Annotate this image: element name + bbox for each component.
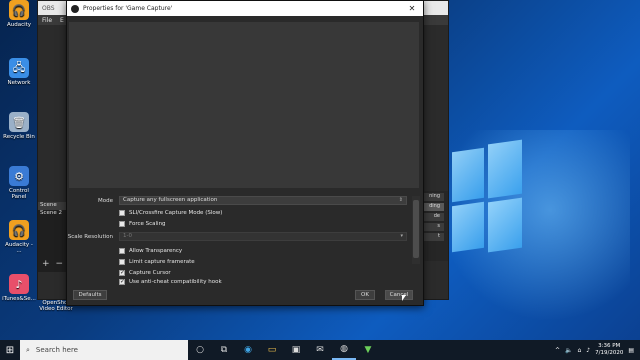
allow-transparency-checkbox[interactable] <box>119 247 125 254</box>
mail-icon[interactable]: ✉ <box>308 340 332 360</box>
properties-scrollbar[interactable] <box>412 196 420 264</box>
desktop-app-icon: 🖧 <box>9 58 29 78</box>
sli-label: SLI/Crossfire Capture Mode (Slow) <box>129 209 223 216</box>
cortana-icon[interactable]: ○ <box>188 340 212 360</box>
file-explorer-icon[interactable]: ▭ <box>260 340 284 360</box>
menu-edit[interactable]: E <box>60 17 64 24</box>
defaults-button[interactable]: Defaults <box>73 290 107 300</box>
ok-button[interactable]: OK <box>355 290 375 300</box>
limit-framerate-checkbox[interactable] <box>119 258 125 265</box>
force-scaling-checkbox[interactable] <box>119 220 125 227</box>
volume-icon[interactable]: ♪ <box>586 347 590 354</box>
clock-date: 7/19/2020 <box>595 350 624 356</box>
properties-dialog: Properties for 'Game Capture' ✕ Mode Cap… <box>66 0 424 306</box>
mouse-cursor-icon <box>402 295 406 301</box>
close-icon[interactable]: ✕ <box>401 4 423 13</box>
capture-cursor-checkbox[interactable] <box>119 269 125 276</box>
capture-preview <box>69 22 419 188</box>
chevron-down-icon: ▾ <box>400 233 403 239</box>
scene-item[interactable]: Scene <box>38 202 68 210</box>
desktop-app-icon: ♪ <box>9 274 29 294</box>
anticheat-checkbox[interactable] <box>119 279 125 285</box>
add-scene-button[interactable]: + <box>42 259 50 271</box>
search-placeholder: Search here <box>35 346 78 354</box>
scale-resolution-label: Scale Resolution <box>67 233 113 240</box>
desktop-icon[interactable]: 🎧 Audacity - ... <box>2 220 36 254</box>
scene-tools: + − <box>38 259 68 271</box>
desktop-app-icon: 🎧 <box>9 0 29 20</box>
mode-dropdown[interactable]: Capture any fullscreen application ⇕ <box>119 196 407 205</box>
search-icon: ⌕ <box>26 345 30 354</box>
desktop-icon[interactable]: ⚙ Control Panel <box>2 166 36 200</box>
dialog-title: Properties for 'Game Capture' <box>83 5 173 12</box>
desktop-app-icon: ⚙ <box>9 166 29 186</box>
desktop-icon-label: Recycle Bin <box>3 134 35 140</box>
desktop-app-icon: 🗑 <box>9 112 29 132</box>
edge-icon[interactable]: ◉ <box>236 340 260 360</box>
remove-scene-button[interactable]: − <box>56 259 64 271</box>
desktop-icon-label: Audacity - ... <box>5 242 33 254</box>
notifications-icon[interactable]: ▤ <box>628 347 634 354</box>
sli-checkbox[interactable] <box>119 209 125 216</box>
menu-file[interactable]: File <box>42 17 52 24</box>
mode-value: Capture any fullscreen application <box>123 197 218 203</box>
desktop-icon[interactable]: 🎧 Audacity <box>2 0 36 28</box>
allow-transparency-label: Allow Transparency <box>129 247 183 254</box>
dialog-title-bar: Properties for 'Game Capture' ✕ <box>67 1 423 16</box>
desktop-icon[interactable]: 🗑 Recycle Bin <box>2 112 36 140</box>
scrollbar-thumb[interactable] <box>413 200 419 258</box>
desktop-app-icon: 🎧 <box>9 220 29 240</box>
scale-resolution-value: 1-0 <box>123 233 132 239</box>
obs-taskbar-icon[interactable]: ◍ <box>332 340 356 360</box>
limit-framerate-label: Limit capture framerate <box>129 258 195 265</box>
network-icon[interactable]: ⌂ <box>577 347 581 354</box>
taskbar-search-box[interactable]: ⌕ Search here <box>20 340 188 360</box>
desktop-icon[interactable]: 🖧 Network <box>2 58 36 86</box>
mode-label: Mode <box>98 197 113 204</box>
shotcut-taskbar-icon[interactable]: ▼ <box>356 340 380 360</box>
cancel-button[interactable]: Cancel <box>385 290 413 300</box>
obs-app-icon <box>71 4 79 13</box>
windows-logo-wallpaper <box>452 139 522 255</box>
anticheat-label: Use anti-cheat compatibility hook <box>129 279 222 285</box>
desktop-icon-label: iTunes&Se... <box>2 296 36 302</box>
system-tray: ^ 🔈 ⌂ ♪ 3:36 PM 7/19/2020 ▤ <box>555 343 640 357</box>
clock[interactable]: 3:36 PM 7/19/2020 <box>595 343 623 357</box>
desktop-icon-label: Network <box>7 80 31 86</box>
scene-item[interactable]: Scene 2 <box>38 210 68 218</box>
chevron-updown-icon: ⇕ <box>398 197 403 203</box>
desktop-icon-label: Control Panel <box>9 188 29 200</box>
taskbar: ⊞ ⌕ Search here ○ ⧉ ◉ ▭ ▣ ✉ ◍ ▼ ^ 🔈 ⌂ ♪ … <box>0 340 640 360</box>
chevron-up-icon[interactable]: ^ <box>555 347 560 354</box>
capture-cursor-label: Capture Cursor <box>129 269 171 276</box>
desktop-icon-label: Audacity <box>6 22 32 28</box>
speaker-icon[interactable]: 🔈 <box>565 347 572 354</box>
properties-form: Mode Capture any fullscreen application … <box>67 196 423 288</box>
clock-time: 3:36 PM <box>598 343 621 349</box>
force-scaling-label: Force Scaling <box>129 220 166 227</box>
task-view-icon[interactable]: ⧉ <box>212 340 236 360</box>
store-icon[interactable]: ▣ <box>284 340 308 360</box>
scale-resolution-dropdown: 1-0 ▾ <box>119 232 407 241</box>
obs-title: OBS <box>42 4 55 12</box>
desktop-icon[interactable]: ♪ iTunes&Se... <box>2 274 36 302</box>
windows-start-icon[interactable]: ⊞ <box>0 340 20 360</box>
